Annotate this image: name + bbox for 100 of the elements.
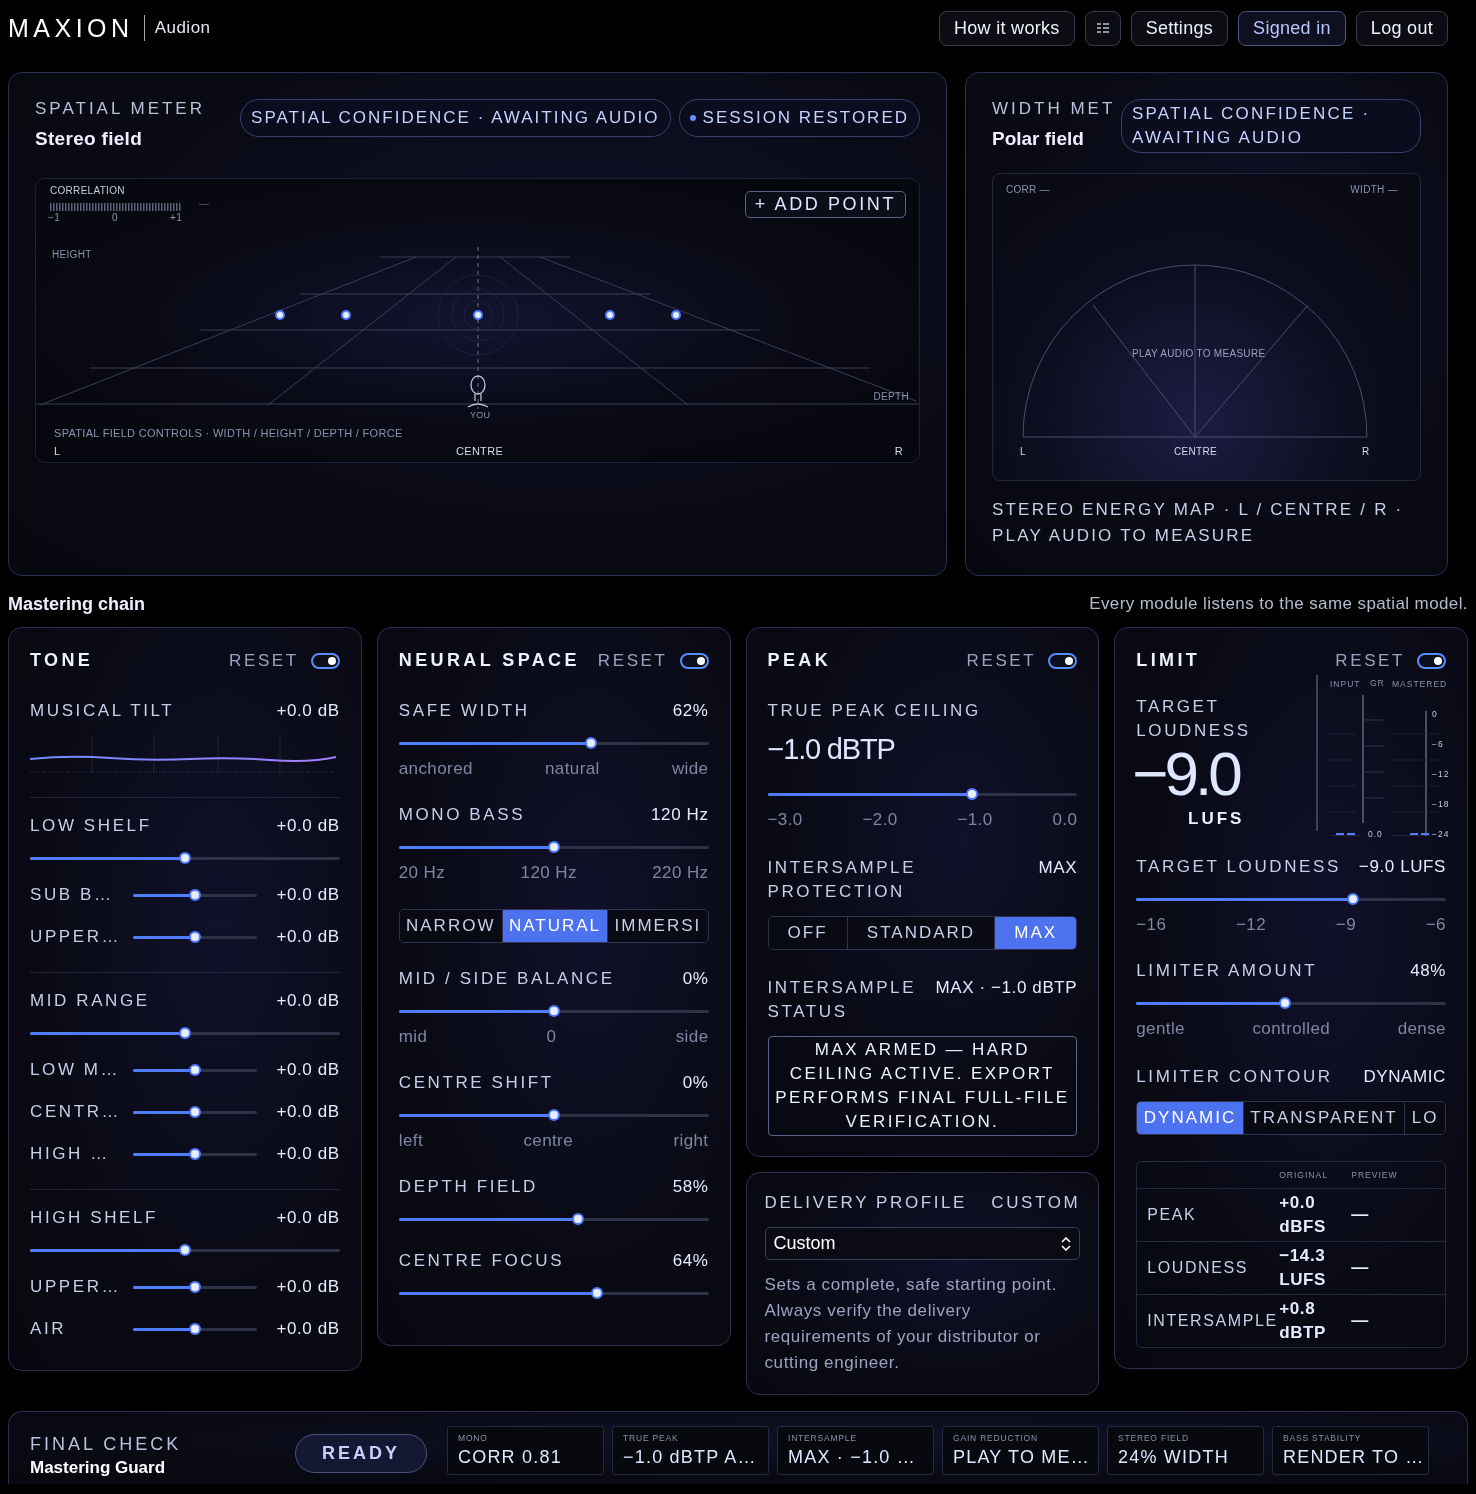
control-value: +0.0 dB (275, 1277, 340, 1297)
slider-thumb[interactable] (178, 1027, 191, 1039)
chart-caption: STEREO ENERGY MAP · L / CENTRE / R · PLAY AUDIO TO MEASURE (992, 499, 1405, 547)
nav-button[interactable]: Settings (1130, 10, 1229, 46)
tile-value: MAX · −1.0 … (788, 1447, 917, 1468)
control-label: AIR (30, 1319, 68, 1339)
slider-thumb[interactable] (189, 1064, 201, 1076)
segment-option[interactable]: OFF (768, 917, 848, 949)
slider-thumb[interactable] (178, 1244, 191, 1256)
slider-thumb[interactable] (1347, 893, 1360, 905)
slider[interactable] (398, 1109, 709, 1121)
source-point[interactable] (341, 310, 351, 320)
control-label: LOW SHELF (30, 816, 152, 836)
segment-option[interactable]: STANDARD (847, 917, 996, 949)
toggle-switch[interactable] (310, 652, 340, 669)
tick-label: 0.0 (1052, 810, 1078, 830)
table-cell-text: — (1351, 1310, 1370, 1332)
slider[interactable] (398, 841, 709, 853)
scale-label: 0 (112, 212, 118, 223)
source-point[interactable] (605, 310, 615, 320)
slider[interactable] (398, 737, 709, 749)
segment-option[interactable]: MAX (995, 917, 1077, 949)
slider-thumb[interactable] (572, 1213, 585, 1225)
correlation-reading: — (199, 198, 209, 209)
tile-value: PLAY TO ME… (953, 1447, 1088, 1468)
slider-thumb[interactable] (189, 1106, 201, 1118)
control-value: +0.0 dB (275, 1060, 340, 1080)
nav-button[interactable]: How it works (939, 10, 1075, 46)
control-value: 120 Hz (651, 805, 709, 825)
slider[interactable] (133, 931, 257, 943)
segment-option[interactable]: NATURAL (502, 910, 609, 942)
toggle-switch[interactable] (1048, 652, 1078, 669)
slider-thumb[interactable] (189, 931, 201, 943)
section-note: Every module listens to the same spatial model. (1089, 594, 1468, 615)
slider-thumb[interactable] (189, 1323, 201, 1335)
slider[interactable] (133, 1106, 257, 1118)
slider-thumb[interactable] (591, 1287, 603, 1299)
source-point[interactable] (671, 310, 681, 320)
slider-thumb[interactable] (189, 1281, 201, 1293)
slider-thumb[interactable] (547, 841, 560, 853)
slider[interactable] (398, 1005, 709, 1017)
slider[interactable] (398, 1287, 709, 1299)
source-point[interactable] (275, 310, 285, 320)
tick-label: −6 (1425, 915, 1446, 935)
control-value: +0.0 dB (276, 1208, 340, 1228)
status-badge: SPATIAL CONFIDENCE · AWAITING AUDIO (240, 99, 671, 137)
reset-button[interactable]: RESET (1335, 650, 1405, 671)
slider[interactable] (1136, 997, 1446, 1009)
reset-button[interactable]: RESET (966, 650, 1037, 671)
slider-thumb[interactable] (965, 788, 978, 800)
add-point-button[interactable]: + ADD POINT (744, 191, 906, 218)
tick-label: 220 Hz (652, 863, 709, 883)
segment-option[interactable]: DYNAMIC (1137, 1102, 1244, 1134)
ceiling-readout: −1.0 dBTP (767, 733, 896, 766)
control-label: TARGET LOUDNESS (1136, 857, 1341, 877)
tile-label: STEREO FIELD (1118, 1433, 1191, 1443)
table-cell-text: — (1351, 1204, 1370, 1226)
slider[interactable] (133, 1281, 257, 1293)
slider-thumb[interactable] (189, 889, 201, 901)
toggle-switch[interactable] (1417, 652, 1446, 669)
slider[interactable] (133, 1323, 257, 1335)
segment-option[interactable]: TRANSPARENT (1243, 1102, 1406, 1134)
slider-thumb[interactable] (584, 737, 597, 749)
slider-thumb[interactable] (189, 1148, 201, 1160)
reset-button[interactable]: RESET (229, 650, 299, 671)
tick-label: anchored (398, 759, 473, 779)
status-value: MAX (1038, 857, 1078, 879)
segment-option[interactable]: LO (1405, 1102, 1445, 1134)
reset-button[interactable]: RESET (597, 650, 668, 671)
slider[interactable] (30, 852, 340, 864)
slider[interactable] (1136, 893, 1446, 905)
profile-select[interactable]: Custom (764, 1227, 1081, 1260)
control-value: −9.0 LUFS (1358, 857, 1446, 877)
nav-button[interactable]: Log out (1355, 10, 1448, 46)
slider-thumb[interactable] (1278, 997, 1291, 1009)
control-label: UPPER… (30, 927, 123, 947)
segment-option[interactable]: IMMERSI (608, 910, 708, 942)
column-header: PREVIEW (1351, 1170, 1399, 1180)
slider-thumb[interactable] (547, 1109, 560, 1121)
tick-label: 20 Hz (398, 863, 446, 883)
segment-option[interactable]: NARROW (399, 910, 503, 942)
nav-button[interactable]: Signed in (1238, 10, 1346, 46)
menu-button[interactable] (1084, 10, 1121, 46)
empty-state-message: PLAY AUDIO TO MEASURE (1132, 348, 1266, 359)
slider[interactable] (767, 788, 1078, 800)
tick-label: −12 (1236, 915, 1267, 935)
slider[interactable] (30, 1244, 340, 1256)
axis-label: DEPTH (873, 391, 909, 402)
status-pill[interactable]: READY (295, 1434, 427, 1473)
source-point[interactable] (473, 310, 483, 320)
slider-thumb[interactable] (547, 1005, 560, 1017)
slider-thumb[interactable] (178, 852, 191, 864)
slider[interactable] (30, 1027, 340, 1039)
slider[interactable] (133, 1148, 257, 1160)
tick-label: controlled (1252, 1019, 1331, 1039)
slider[interactable] (398, 1213, 709, 1225)
listener-label: YOU (470, 410, 491, 420)
slider[interactable] (133, 889, 257, 901)
slider[interactable] (133, 1064, 257, 1076)
toggle-switch[interactable] (679, 652, 709, 669)
